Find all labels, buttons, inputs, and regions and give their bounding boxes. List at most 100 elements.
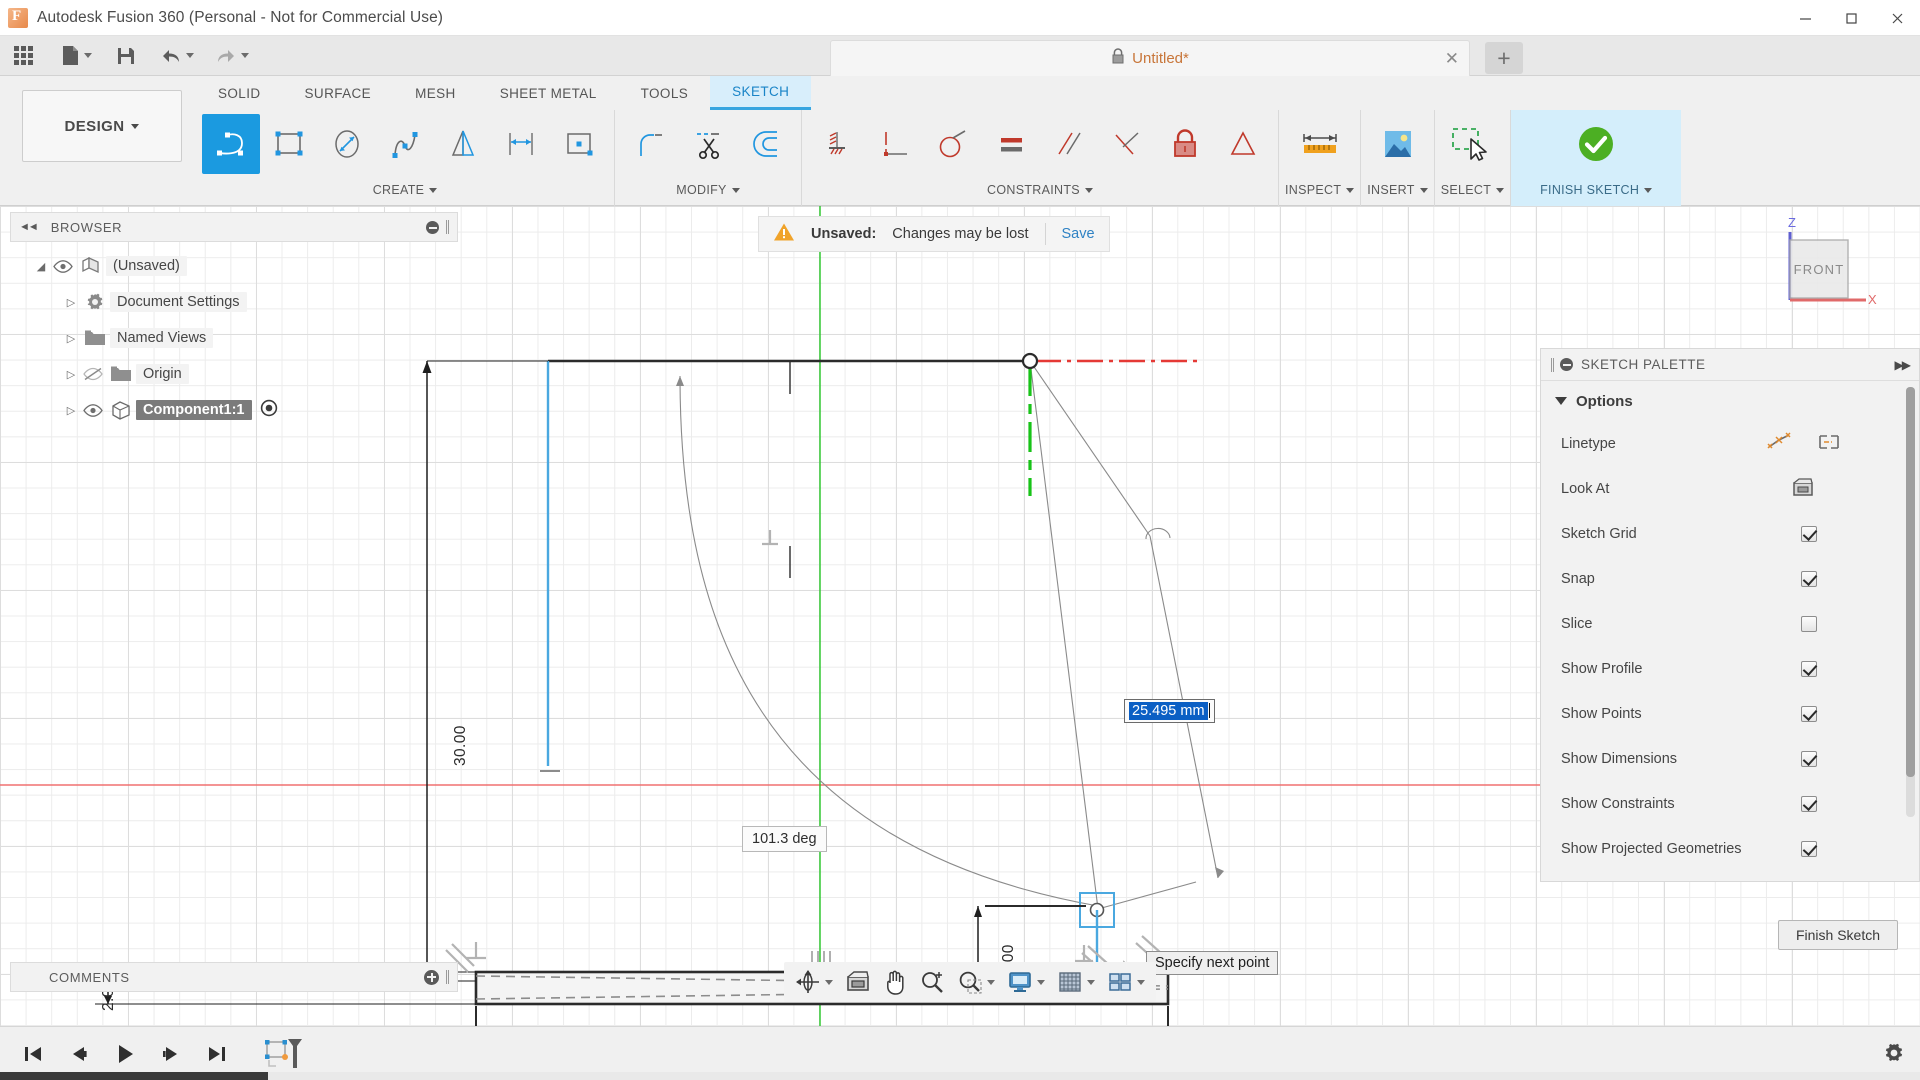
show-points-checkbox[interactable] [1801,706,1817,722]
close-button[interactable] [1874,0,1920,36]
show-dimensions-checkbox[interactable] [1801,751,1817,767]
sketch-feature-marker[interactable] [258,1034,310,1074]
undo-button[interactable] [156,39,198,73]
spline-tool[interactable] [376,114,434,174]
panel-grip-icon[interactable] [446,220,449,234]
expand-arrow-icon[interactable]: ▷ [62,404,80,417]
tree-item-document-settings[interactable]: ▷ Document Settings [10,284,458,320]
options-section-header[interactable]: Options [1541,381,1919,421]
collapse-left-icon[interactable]: ◄◄ [19,221,37,233]
panel-grip-icon[interactable] [446,970,449,984]
panel-constraints-label[interactable]: CONSTRAINTS [987,178,1093,202]
trim-tool[interactable] [679,114,737,174]
length-dimension-input[interactable]: 25.495 mm [1124,699,1215,723]
redo-button[interactable] [211,39,253,73]
tab-solid[interactable]: SOLID [196,76,283,110]
show-projected-geometries-checkbox[interactable] [1801,841,1817,857]
snap-checkbox[interactable] [1801,571,1817,587]
midpoint-constraint[interactable] [1098,114,1156,174]
sketch-grid-checkbox[interactable] [1801,526,1817,542]
document-tab[interactable]: Untitled* ✕ [830,40,1470,76]
save-button[interactable] [111,39,141,73]
angle-dimension-label[interactable]: 101.3 deg [742,826,827,852]
construction-linetype-icon[interactable] [1767,432,1791,456]
perpendicular-constraint[interactable] [866,114,924,174]
show-profile-checkbox[interactable] [1801,661,1817,677]
close-icon[interactable]: ✕ [1445,49,1459,69]
rectangular-pattern-tool[interactable] [550,114,608,174]
expand-arrow-icon[interactable]: ▷ [62,332,80,345]
sketch-dimension-tool[interactable] [492,114,550,174]
maximize-button[interactable] [1828,0,1874,36]
visibility-icon[interactable] [50,260,76,273]
fit-tool[interactable] [952,965,1000,999]
minimize-button[interactable] [1782,0,1828,36]
look-at-tool[interactable] [840,965,876,999]
fillet-tool[interactable] [621,114,679,174]
play-button[interactable] [106,1034,144,1074]
tab-surface[interactable]: SURFACE [283,76,394,110]
workspace-switcher[interactable]: DESIGN [22,90,182,162]
minimize-panel-icon[interactable] [426,221,439,234]
fix-unfix-constraint[interactable] [1156,114,1214,174]
coincident-constraint[interactable] [808,114,866,174]
line-tool[interactable] [202,114,260,174]
step-forward-button[interactable] [152,1034,190,1074]
expand-arrow-icon[interactable]: ▷ [62,296,80,309]
visibility-off-icon[interactable] [80,367,106,381]
minimize-panel-icon[interactable] [1560,358,1573,371]
show-constraints-checkbox[interactable] [1801,796,1817,812]
horizontal-scrollbar[interactable] [0,1072,1920,1080]
go-to-end-button[interactable] [198,1034,236,1074]
tab-mesh[interactable]: MESH [393,76,478,110]
centerline-linetype-icon[interactable] [1817,432,1841,456]
tree-item-component1[interactable]: ▷ Component1:1 [10,392,458,428]
step-back-button[interactable] [60,1034,98,1074]
expand-arrow-icon[interactable]: ◢ [32,260,50,273]
finish-sketch-tool[interactable] [1561,114,1631,174]
tree-item-named-views[interactable]: ▷ Named Views [10,320,458,356]
save-link[interactable]: Save [1062,226,1095,242]
app-grid-icon[interactable] [8,39,38,73]
rectangle-tool[interactable] [260,114,318,174]
go-to-beginning-button[interactable] [14,1034,52,1074]
dimension-30-label[interactable]: 30.00 [452,725,470,766]
finish-sketch-button[interactable]: Finish Sketch [1778,920,1898,950]
add-comment-icon[interactable] [424,970,439,985]
tree-item-unsaved[interactable]: ◢ (Unsaved) [10,248,458,284]
visibility-icon[interactable] [80,404,106,417]
pan-tool[interactable] [878,965,912,999]
grid-snaps-tool[interactable] [1052,965,1100,999]
select-tool[interactable] [1443,114,1501,174]
tree-item-origin[interactable]: ▷ Origin [10,356,458,392]
symmetry-constraint[interactable] [1214,114,1272,174]
expand-right-icon[interactable]: ▶▶ [1895,358,1909,372]
tab-sketch[interactable]: SKETCH [710,76,811,110]
mirror-tool[interactable] [434,114,492,174]
zoom-tool[interactable] [914,965,950,999]
panel-create-label[interactable]: CREATE [373,178,438,202]
activate-component-icon[interactable] [260,399,278,421]
tab-tools[interactable]: TOOLS [619,76,711,110]
panel-grip-icon[interactable] [1551,358,1554,372]
expand-arrow-icon[interactable]: ▷ [62,368,80,381]
parallel-constraint[interactable] [1040,114,1098,174]
new-file-button[interactable] [57,39,96,73]
viewports-tool[interactable] [1102,965,1150,999]
circle-tool[interactable] [318,114,376,174]
look-at-icon[interactable] [1791,477,1815,501]
measure-tool[interactable] [1291,114,1349,174]
slice-checkbox[interactable] [1801,616,1817,632]
palette-scrollbar[interactable] [1906,387,1915,817]
tab-sheet-metal[interactable]: SHEET METAL [478,76,619,110]
offset-tool[interactable] [737,114,795,174]
display-settings-tool[interactable] [1002,965,1050,999]
equal-constraint[interactable] [982,114,1040,174]
panel-modify-label[interactable]: MODIFY [676,178,739,202]
panel-insert-label[interactable]: INSERT [1367,178,1427,202]
panel-finish-sketch-label[interactable]: FINISH SKETCH [1540,178,1652,202]
tangent-constraint[interactable] [924,114,982,174]
insert-image-tool[interactable] [1368,114,1426,174]
panel-select-label[interactable]: SELECT [1441,178,1504,202]
new-tab-button[interactable]: + [1485,42,1523,74]
